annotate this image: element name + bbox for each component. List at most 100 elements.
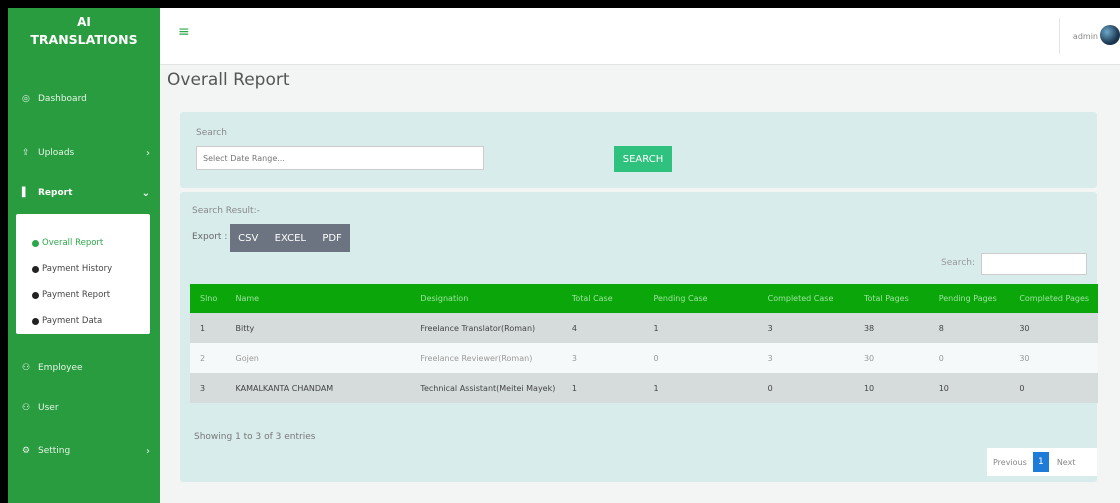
- brand-line2: TRANSLATIONS: [30, 32, 138, 47]
- brand-logo: AI TRANSLATIONS: [8, 8, 160, 65]
- export-excel-button[interactable]: EXCEL: [275, 233, 306, 244]
- column-header[interactable]: Name: [230, 294, 417, 303]
- sidebar-item-report[interactable]: ▌ Report ⌄: [8, 178, 160, 208]
- avatar[interactable]: [1100, 25, 1120, 45]
- table-cell: 30: [1019, 323, 1030, 333]
- table-cell: 0: [767, 383, 773, 393]
- sidebar-item-user[interactable]: ⚇ User: [8, 393, 160, 423]
- page-title: Overall Report: [167, 70, 290, 90]
- export-button-group: CSV EXCEL PDF: [230, 224, 350, 252]
- export-pdf-button[interactable]: PDF: [322, 233, 341, 244]
- sidebar: AI TRANSLATIONS ◎ Dashboard ⇪ Uploads › …: [8, 8, 160, 503]
- table-cell: 38: [863, 323, 875, 333]
- sidebar-item-employee[interactable]: ⚇ Employee: [8, 353, 160, 383]
- submenu-item-payment-report[interactable]: Payment Report: [16, 282, 150, 308]
- report-icon: ▌: [22, 188, 29, 198]
- chevron-right-icon: ›: [146, 147, 150, 159]
- bullet-icon: [32, 265, 39, 273]
- username[interactable]: admin: [1073, 32, 1098, 41]
- table-search-input[interactable]: [981, 253, 1087, 275]
- search-button[interactable]: SEARCH: [614, 146, 672, 172]
- table-cell: Technical Assistant(Meitei Mayek): [420, 383, 556, 393]
- column-header[interactable]: Total Pages: [864, 294, 939, 303]
- column-header[interactable]: Completed Pages: [1019, 294, 1098, 303]
- table-cell: KAMALKANTA CHANDAM: [235, 383, 334, 393]
- table-cell: Gojen: [235, 353, 259, 363]
- sidebar-item-label: User: [38, 403, 59, 413]
- table-cell: 1: [653, 323, 659, 333]
- employee-icon: ⚇: [22, 363, 31, 373]
- sidebar-item-label: Uploads: [38, 148, 75, 158]
- sidebar-item-uploads[interactable]: ⇪ Uploads ›: [8, 138, 160, 168]
- table-cell: 3: [767, 353, 773, 363]
- table-cell: 30: [1019, 353, 1030, 363]
- table-cell: 30: [863, 353, 875, 363]
- report-table: Slno Name Designation Total Case Pending…: [190, 284, 1098, 403]
- brand-line1: AI: [77, 15, 91, 29]
- table-cell: 8: [938, 323, 944, 333]
- column-header[interactable]: Pending Pages: [939, 294, 1020, 303]
- table-cell: 4: [571, 323, 577, 333]
- table-search-label: Search:: [941, 258, 975, 268]
- table-cell: 0: [938, 353, 944, 363]
- bullet-icon: [32, 239, 39, 247]
- table-cell: 10: [863, 383, 875, 393]
- table-row: 2 Gojen Freelance Reviewer(Roman) 3 0 3 …: [190, 343, 1098, 373]
- column-header[interactable]: Pending Case: [653, 294, 761, 303]
- export-label: Export :: [192, 232, 228, 242]
- upload-icon: ⇪: [22, 148, 30, 158]
- user-icon: ⚇: [22, 403, 31, 413]
- result-panel: Search Result:- Export : CSV EXCEL PDF S…: [180, 192, 1098, 482]
- submenu-item-label: Payment Report: [42, 290, 111, 300]
- table-cell: 0: [1019, 383, 1025, 393]
- bullet-icon: [32, 291, 39, 299]
- table-cell: 1: [653, 383, 659, 393]
- dashboard-icon: ◎: [22, 94, 30, 104]
- table-cell: 3: [571, 353, 577, 363]
- search-result-label: Search Result:-: [192, 206, 260, 216]
- sidebar-item-label: Report: [38, 188, 73, 198]
- sidebar-item-label: Dashboard: [38, 94, 87, 104]
- submenu-item-label: Payment Data: [42, 316, 103, 326]
- submenu-item-overall-report[interactable]: Overall Report: [16, 230, 150, 256]
- chevron-down-icon: ⌄: [141, 187, 150, 199]
- pagination-page-1[interactable]: 1: [1032, 452, 1049, 472]
- table-row: 1 Bitty Freelance Translator(Roman) 4 1 …: [190, 313, 1098, 343]
- top-bar: ≡ admin: [160, 8, 1120, 65]
- pagination-previous[interactable]: Previous: [987, 458, 1033, 467]
- hamburger-menu-icon[interactable]: ≡: [178, 24, 190, 40]
- sidebar-item-dashboard[interactable]: ◎ Dashboard: [8, 84, 160, 114]
- export-csv-button[interactable]: CSV: [238, 233, 258, 244]
- report-submenu: Overall Report Payment History Payment R…: [16, 214, 150, 334]
- table-cell: Freelance Reviewer(Roman): [420, 353, 533, 363]
- submenu-item-payment-history[interactable]: Payment History: [16, 256, 150, 282]
- table-cell: 0: [653, 353, 659, 363]
- table-row: 3 KAMALKANTA CHANDAM Technical Assistant…: [190, 373, 1098, 403]
- pagination: Previous 1 Next: [987, 448, 1097, 476]
- column-header[interactable]: Designation: [416, 294, 571, 303]
- column-header[interactable]: Total Case: [572, 294, 654, 303]
- sidebar-item-label: Setting: [38, 446, 71, 456]
- table-cell: Bitty: [235, 323, 255, 333]
- table-cell: 2: [200, 353, 206, 363]
- table-cell: 1: [571, 383, 577, 393]
- setting-icon: ⚙: [22, 446, 31, 456]
- column-header[interactable]: Slno: [190, 294, 230, 303]
- search-label: Search: [196, 128, 227, 138]
- table-cell: 1: [200, 323, 206, 333]
- submenu-item-payment-data[interactable]: Payment Data: [16, 308, 150, 334]
- column-header[interactable]: Completed Case: [762, 294, 864, 303]
- pagination-next[interactable]: Next: [1049, 458, 1076, 467]
- date-range-input[interactable]: [196, 146, 484, 170]
- table-cell: 3: [200, 383, 206, 393]
- table-cell: Freelance Translator(Roman): [420, 323, 536, 333]
- submenu-item-label: Payment History: [42, 264, 113, 274]
- divider: [1059, 18, 1060, 54]
- search-panel: Search SEARCH: [180, 112, 1097, 188]
- bullet-icon: [32, 317, 39, 325]
- submenu-item-label: Overall Report: [42, 238, 104, 248]
- entries-info: Showing 1 to 3 of 3 entries: [194, 432, 316, 442]
- table-cell: 3: [767, 323, 773, 333]
- sidebar-item-setting[interactable]: ⚙ Setting ›: [8, 436, 160, 466]
- sidebar-item-label: Employee: [38, 363, 83, 373]
